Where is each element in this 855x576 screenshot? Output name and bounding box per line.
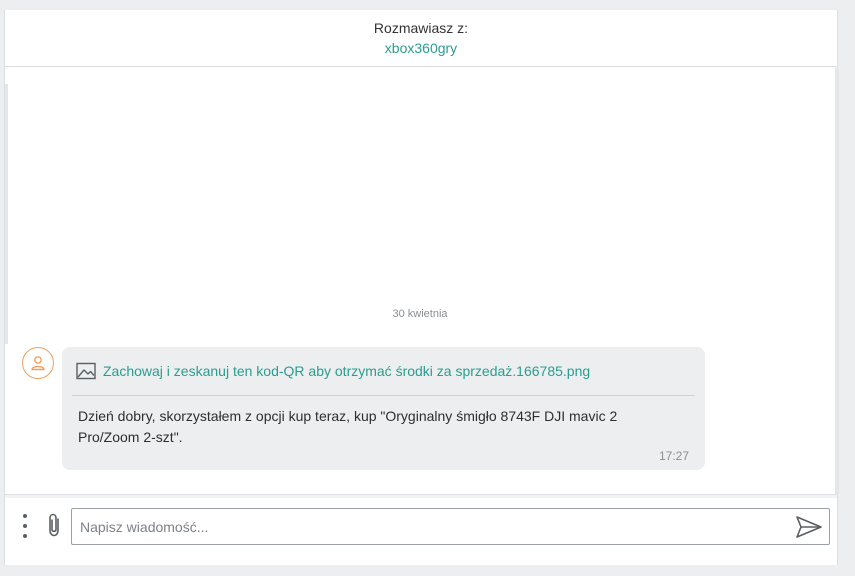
- message-timestamp: 17:27: [658, 449, 689, 463]
- composer-top-border: [5, 495, 837, 498]
- chat-panel: Rozmawiasz z: xbox360gry 30 kwietnia Zac…: [4, 10, 839, 565]
- attachment-divider: [72, 395, 695, 396]
- paperclip-icon[interactable]: [45, 512, 65, 538]
- dot: [23, 534, 27, 538]
- message-scrollbar[interactable]: [835, 68, 839, 494]
- message-text: Dzień dobry, skorzystałem z opcji kup te…: [78, 408, 618, 445]
- avatar: [22, 347, 54, 379]
- conversation-partner-link[interactable]: xbox360gry: [5, 40, 837, 56]
- message-input[interactable]: [80, 509, 780, 544]
- attachment-link[interactable]: Zachowaj i zeskanuj ten kod-QR aby otrzy…: [76, 360, 691, 382]
- message-composer: [5, 494, 837, 565]
- message-input-box[interactable]: [71, 508, 830, 545]
- image-icon: [76, 362, 96, 380]
- header-label: Rozmawiasz z:: [373, 20, 469, 36]
- scroll-track-left: [5, 84, 8, 344]
- dot: [23, 514, 27, 518]
- attachment-filename: Zachowaj i zeskanuj ten kod-QR aby otrzy…: [103, 363, 591, 379]
- chat-header: Rozmawiasz z: xbox360gry: [5, 10, 837, 67]
- user-icon: [31, 356, 45, 371]
- send-icon[interactable]: [795, 515, 823, 539]
- kebab-menu-icon[interactable]: [19, 514, 31, 538]
- date-separator: 30 kwietnia: [392, 308, 448, 320]
- message-bubble: Zachowaj i zeskanuj ten kod-QR aby otrzy…: [62, 347, 705, 470]
- message-list[interactable]: 30 kwietnia Zachowaj i zeskanuj ten kod-…: [5, 68, 839, 494]
- dot: [23, 524, 27, 528]
